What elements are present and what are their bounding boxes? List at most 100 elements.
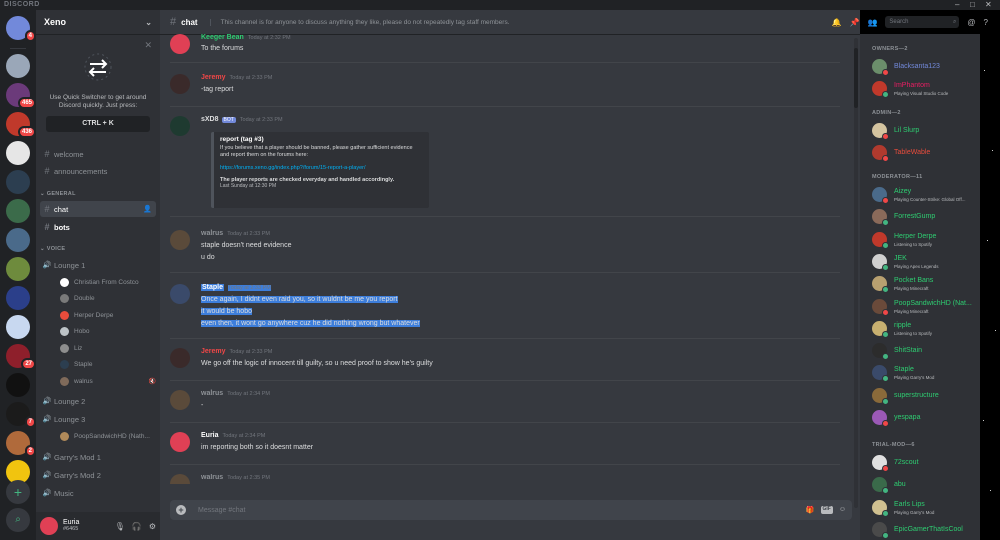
server-icon[interactable] <box>6 286 30 310</box>
server-icon[interactable] <box>6 199 30 223</box>
bell-icon[interactable]: 🔔 <box>832 18 842 27</box>
channel-announcements[interactable]: # announcements <box>40 163 156 179</box>
avatar[interactable] <box>170 474 190 484</box>
voice-user[interactable]: walrus 🔇 <box>60 375 156 387</box>
member-item[interactable]: yespapa <box>872 407 980 427</box>
message-author[interactable]: Staple <box>201 284 225 291</box>
server-icon[interactable]: 2 <box>6 431 36 457</box>
voice-channel-lounge-3[interactable]: 🔊 Lounge 3 <box>40 412 156 426</box>
member-item[interactable]: ripple Listening to Spotify <box>872 318 980 338</box>
quick-switcher-shortcut[interactable]: CTRL + K <box>46 116 150 132</box>
members-icon[interactable]: 👥 <box>867 18 877 27</box>
guild-header[interactable]: Xeno ⌄ <box>36 10 160 35</box>
chat-scrollbar[interactable] <box>854 38 858 508</box>
channel-welcome[interactable]: # welcome <box>40 146 156 162</box>
emoji-icon[interactable]: ☺ <box>839 506 846 514</box>
gif-button[interactable]: GIF <box>820 506 833 514</box>
avatar[interactable] <box>170 230 190 250</box>
server-icon[interactable]: 465 <box>6 83 36 109</box>
embed-link[interactable]: https://forums.xeno.gg/index.php?/forum/… <box>220 165 423 171</box>
message[interactable]: walrus Today at 2:35 PM <box>170 474 830 484</box>
avatar[interactable] <box>170 34 190 54</box>
member-item[interactable]: Earls Lips Playing Garry's Mod <box>872 497 980 517</box>
message-author[interactable]: walrus <box>201 474 223 481</box>
chevron-down-icon[interactable]: ⌄ <box>145 18 152 27</box>
member-item[interactable]: ShitStain <box>872 340 980 361</box>
microphone-icon[interactable]: 🎙 <box>115 522 125 531</box>
home-icon[interactable]: 4 <box>6 16 36 42</box>
server-icon[interactable] <box>6 257 30 281</box>
member-item[interactable]: EpicGamerThatIsCool <box>872 519 980 539</box>
member-item[interactable]: PoopSandwichHD (Nat... Playing Minecraft <box>872 296 980 316</box>
search-input[interactable]: Search ⌕ <box>885 16 960 28</box>
voice-user[interactable]: Liz <box>60 342 156 354</box>
voice-user[interactable]: Double <box>60 293 156 305</box>
voice-user[interactable]: Christian From Costco <box>60 276 156 288</box>
server-icon[interactable] <box>6 373 30 397</box>
message-author[interactable]: Jeremy <box>201 74 226 81</box>
category-general[interactable]: ⌄ GENERAL <box>40 191 76 197</box>
upload-plus-icon[interactable]: + <box>176 505 186 515</box>
voice-channel-lounge-1[interactable]: 🔊 Lounge 1 <box>40 258 156 272</box>
member-item[interactable]: ImPhantom Playing Visual Studio Code <box>872 78 980 99</box>
help-icon[interactable]: ? <box>984 18 988 27</box>
server-discovery-icon[interactable]: ⌕ <box>6 508 30 532</box>
server-icon[interactable]: 27 <box>6 344 36 370</box>
message-author[interactable]: sXD8 <box>201 116 219 123</box>
server-icon[interactable] <box>6 315 30 339</box>
category-voice[interactable]: ⌄ VOICE <box>40 246 65 252</box>
member-item[interactable]: Pocket Bans Playing Minecraft <box>872 273 980 294</box>
member-item[interactable]: TableWable <box>872 142 980 163</box>
close-window-icon[interactable]: ✕ <box>985 0 992 10</box>
member-item[interactable]: abu <box>872 474 980 495</box>
maximize-icon[interactable]: □ <box>970 0 975 10</box>
server-icon[interactable] <box>6 54 30 78</box>
headphones-icon[interactable]: 🎧 <box>132 522 142 531</box>
avatar[interactable] <box>170 390 190 410</box>
message-author[interactable]: Euria <box>201 432 219 439</box>
server-icon[interactable] <box>6 228 30 252</box>
gift-icon[interactable]: 🎁 <box>806 506 815 514</box>
voice-user[interactable]: Herper Derpe <box>60 309 156 321</box>
close-icon[interactable]: ✕ <box>144 40 152 51</box>
member-item[interactable]: Lil Slurp <box>872 120 980 140</box>
message-composer[interactable]: + Message #chat 🎁 GIF ☺ <box>170 500 852 520</box>
server-icon[interactable]: 436 <box>6 112 36 138</box>
mention-icon[interactable]: @ <box>967 18 975 27</box>
avatar[interactable] <box>170 432 190 452</box>
voice-user[interactable]: Staple <box>60 359 156 371</box>
server-icon[interactable] <box>6 170 30 194</box>
member-item[interactable]: JEK Playing Apex Legends <box>872 251 980 271</box>
avatar[interactable] <box>40 517 58 535</box>
server-icon[interactable] <box>6 141 30 165</box>
voice-channel-garrys-mod-2[interactable]: 🔊 Garry's Mod 2 <box>40 468 156 482</box>
avatar[interactable] <box>170 348 190 368</box>
message-author[interactable]: walrus <box>201 390 223 397</box>
avatar[interactable] <box>170 284 190 304</box>
channel-chat[interactable]: # chat 👤 <box>40 201 156 217</box>
channel-bots[interactable]: # bots <box>40 219 156 235</box>
minimize-icon[interactable]: – <box>955 0 959 10</box>
avatar[interactable] <box>170 74 190 94</box>
message-author[interactable]: Keeger Bean <box>201 34 244 41</box>
voice-channel-lounge-2[interactable]: 🔊 Lounge 2 <box>40 394 156 408</box>
member-item[interactable]: Herper Derpe Listening to Spotify <box>872 229 980 249</box>
member-item[interactable]: Staple Playing Garry's Mod <box>872 362 980 383</box>
member-item[interactable]: ForrestGump <box>872 206 980 227</box>
member-item[interactable]: Blacksanta123 <box>872 56 980 76</box>
voice-channel-music[interactable]: 🔊 Music <box>40 486 156 500</box>
voice-user[interactable]: PoopSandwichHD (Nath... <box>60 430 156 442</box>
pin-icon[interactable]: 📌 <box>849 18 859 27</box>
server-icon[interactable]: 7 <box>6 402 36 428</box>
invite-icon[interactable]: 👤 <box>143 205 152 213</box>
member-item[interactable]: superstructure <box>872 385 980 405</box>
member-item[interactable]: 72scout <box>872 452 980 472</box>
message-input[interactable]: Message #chat <box>198 507 245 514</box>
channel-topic[interactable]: This channel is for anyone to discuss an… <box>209 18 510 26</box>
gear-icon[interactable]: ⚙ <box>149 522 156 531</box>
voice-user[interactable]: Hobo <box>60 326 156 338</box>
add-server-icon[interactable]: + <box>6 480 30 504</box>
avatar[interactable] <box>170 116 190 136</box>
scrollbar-thumb[interactable] <box>854 48 858 108</box>
voice-channel-garrys-mod-1[interactable]: 🔊 Garry's Mod 1 <box>40 450 156 464</box>
